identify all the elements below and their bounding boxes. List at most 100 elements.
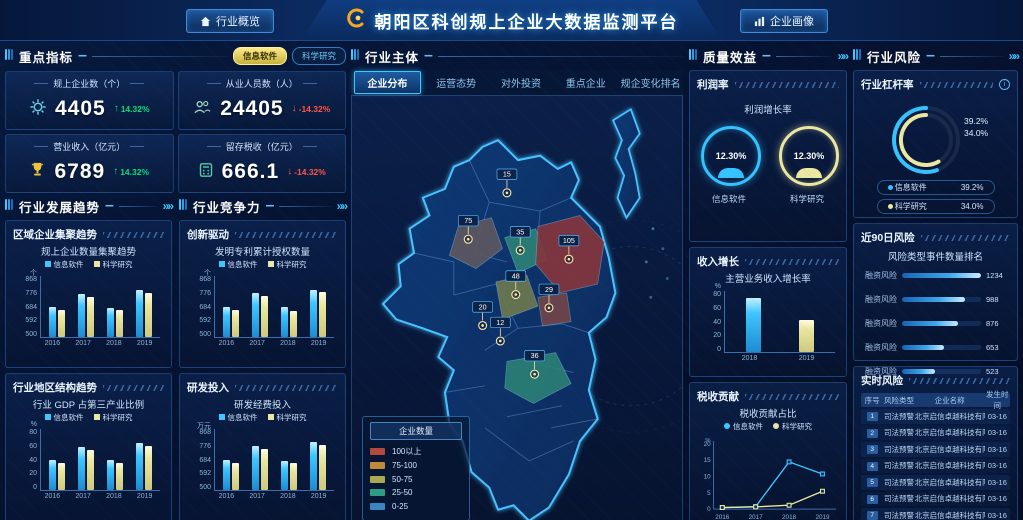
table-row[interactable]: 6 司法预警 北京启信卓越科技有限公司 03-16 — [861, 492, 1010, 507]
legend-item: 科学研究 — [94, 412, 133, 423]
bar — [232, 310, 239, 337]
y-axis: %806040200 — [15, 429, 40, 491]
tab-2[interactable]: 对外投资 — [489, 72, 554, 93]
svg-text:2018: 2018 — [782, 514, 797, 520]
tab-4[interactable]: 规企变化排名 — [618, 72, 683, 93]
bar — [116, 463, 123, 490]
bar-group — [281, 429, 297, 490]
bar — [116, 310, 123, 337]
legend-item: 信息软件 — [45, 412, 84, 423]
company-name-cell: 北京启信卓越科技有限公司 — [915, 460, 985, 471]
more-arrow-icon[interactable]: »» — [838, 49, 847, 63]
section-bars-icon — [351, 47, 360, 65]
tab-1[interactable]: 运营态势 — [424, 72, 489, 93]
nav-overview-label: 行业概览 — [216, 13, 260, 29]
bar — [87, 450, 94, 490]
key-indicators-title: 重点指标 — [19, 47, 73, 66]
risk-bar-row: 融资风险 1234 — [861, 270, 1010, 281]
card-change: -14.32% — [294, 167, 326, 177]
tab-3[interactable]: 重点企业 — [553, 72, 618, 93]
table-row[interactable]: 7 司法预警 北京启信卓越科技有限公司 03-16 — [861, 508, 1010, 520]
section-line — [279, 206, 331, 207]
risk-bar-row: 融资风险 876 — [861, 318, 1010, 329]
card-label: 留存税收（亿元） — [185, 140, 340, 153]
map-legend-item: 25-50 — [370, 488, 462, 497]
bar-group — [252, 429, 268, 490]
table-row[interactable]: 3 司法预警 北京启信卓越科技有限公司 03-16 — [861, 442, 1010, 457]
bar — [319, 292, 326, 337]
chart-rd-spending: 研发经费投入信息软件科学研究万元868776684592500201620172… — [187, 397, 338, 500]
info-icon[interactable]: i — [999, 79, 1010, 90]
risk-ranking-bars: 融资风险 1234 融资风险 988 融资风险 876 融资风险 653 融资风… — [861, 270, 1010, 377]
filter-science-research[interactable]: 科学研究 — [292, 47, 346, 65]
filter-info-software[interactable]: 信息软件 — [233, 47, 287, 65]
panel-title: 研发投入 — [187, 380, 229, 395]
legend-item: 科学研究 — [94, 259, 133, 270]
bar — [261, 449, 268, 490]
section-bars-icon — [689, 47, 698, 65]
bar — [261, 296, 268, 337]
bar-group — [252, 276, 268, 337]
legend-item: 科学研究 — [268, 259, 307, 270]
section-line — [438, 56, 683, 57]
recent-risk-chart-title: 风险类型事件数量排名 — [861, 249, 1010, 263]
panel-title: 行业地区结构趋势 — [13, 380, 97, 395]
arrow-up-icon: ↑ — [114, 104, 119, 114]
x-axis: 2016201720182019 — [37, 493, 160, 500]
table-row[interactable]: 2 司法预警 北京启信卓越科技有限公司 03-16 — [861, 426, 1010, 441]
page-title: 朝阳区科创规上企业大数据监测平台 — [375, 8, 679, 33]
risk-bar-value: 876 — [986, 319, 1010, 328]
industry-main-tabs: 企业分布运营态势对外投资重点企业规企变化排名 — [351, 70, 683, 96]
table-row[interactable]: 1 司法预警 北京启信卓越科技有限公司 03-16 — [861, 409, 1010, 424]
bar — [252, 446, 259, 490]
panel-profit-rate: 利润率 利润增长率 12.30% 信息软件 12.30% 科学研究 — [689, 70, 847, 242]
arrow-down-icon: ↓ — [292, 104, 297, 114]
row-index-badge: 1 — [867, 412, 878, 421]
bar-group — [310, 276, 326, 337]
risk-bar-label: 融资风险 — [861, 342, 897, 353]
risk-type-cell: 司法预警 — [883, 477, 914, 488]
district-northeast-part[interactable] — [613, 109, 640, 217]
bar — [58, 310, 65, 337]
bar — [223, 307, 230, 337]
map-legend: 企业数量 100以上75-10050-7525-500-25 — [362, 416, 470, 520]
table-row[interactable]: 4 司法预警 北京启信卓越科技有限公司 03-16 — [861, 459, 1010, 474]
nav-enterprise-portrait-button[interactable]: 企业画像 — [740, 9, 828, 33]
bar — [107, 460, 114, 490]
quality-benefit-section: 质量效益 – »» 利润率 利润增长率 12.30% 信息软件 12.30% 科… — [689, 46, 847, 520]
chart-enterprise-agglomeration: 规上企业数量集聚趋势信息软件科学研究个868776684592500201620… — [13, 244, 164, 347]
industry-main-title: 行业主体 — [365, 47, 419, 66]
bar — [58, 463, 65, 490]
bar — [310, 442, 317, 490]
svg-text:15: 15 — [503, 171, 511, 179]
date-cell: 03-16 — [985, 461, 1010, 470]
svg-text:0: 0 — [707, 506, 711, 513]
svg-text:2019: 2019 — [815, 514, 830, 520]
more-arrow-icon[interactable]: »» — [337, 199, 346, 213]
quality-title: 质量效益 — [703, 47, 757, 66]
table-row[interactable]: 5 司法预警 北京启信卓越科技有限公司 03-16 — [861, 475, 1010, 490]
risk-bar-value: 653 — [986, 343, 1010, 352]
risk-bar-value: 523 — [986, 367, 1010, 376]
hatch-decoration — [235, 385, 338, 391]
risk-bar-track — [902, 273, 981, 278]
bar — [223, 460, 230, 490]
more-arrow-icon[interactable]: »» — [163, 199, 172, 213]
tab-0[interactable]: 企业分布 — [354, 71, 421, 94]
more-arrow-icon[interactable]: »» — [1009, 49, 1018, 63]
nav-portrait-label: 企业画像 — [770, 13, 814, 29]
bar — [136, 443, 143, 490]
enterprise-distribution-map-panel: 15 75 35 105 48 29 — [351, 96, 683, 520]
card-revenue: 营业收入（亿元） 6789 ↑14.32% — [5, 134, 174, 193]
x-axis: 20182019 — [721, 355, 835, 362]
competitiveness-section: 行业竞争力 – »» 创新驱动 发明专利累计授权数量信息软件科学研究个86877… — [179, 196, 346, 520]
svg-text:20: 20 — [704, 441, 712, 448]
card-value: 666.1 — [222, 160, 280, 184]
plot-area — [40, 429, 160, 491]
plot-area — [40, 276, 160, 338]
bar-group — [49, 429, 65, 490]
section-dash: – — [926, 47, 935, 65]
panel-tax-contribution: 税收贡献 税收贡献占比信息软件科学研究%05101520201620172018… — [689, 382, 847, 520]
nav-industry-overview-button[interactable]: 行业概览 — [186, 9, 274, 33]
panel-title: 利润率 — [697, 77, 729, 92]
